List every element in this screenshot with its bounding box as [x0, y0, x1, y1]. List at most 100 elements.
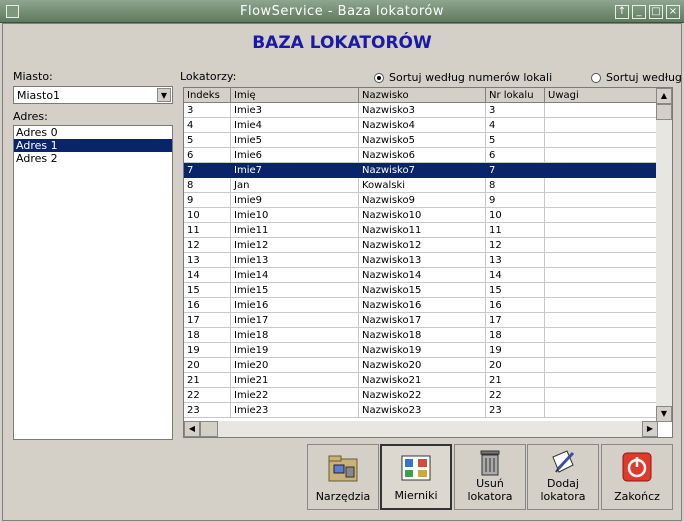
- add-tenant-button[interactable]: Dodaj lokatora: [527, 444, 599, 510]
- sort-by-name-radio[interactable]: Sortuj według n: [591, 71, 684, 84]
- table-row[interactable]: 15 Imie15 Nazwisko15 15: [184, 283, 658, 298]
- column-header-last-name[interactable]: Nazwisko: [359, 88, 486, 103]
- add-tenant-label-line1: Dodaj: [547, 477, 579, 490]
- delete-tenant-button[interactable]: Usuń lokatora: [454, 444, 526, 510]
- minimize-icon[interactable]: _: [632, 5, 646, 19]
- vertical-scroll-thumb[interactable]: [656, 104, 672, 120]
- table-row[interactable]: 3 Imie3 Nazwisko3 3: [184, 103, 658, 118]
- table-row[interactable]: 8 Jan Kowalski 8: [184, 178, 658, 193]
- table-cell: 16: [486, 298, 545, 313]
- table-header: Indeks Imię Nazwisko Nr lokalu Uwagi: [184, 88, 658, 103]
- table-cell: Imie19: [231, 343, 359, 358]
- sort-by-number-radio[interactable]: Sortuj według numerów lokali: [374, 71, 552, 84]
- table-row[interactable]: 22 Imie22 Nazwisko22 22: [184, 388, 658, 403]
- table-cell: Imie3: [231, 103, 359, 118]
- table-row[interactable]: 5 Imie5 Nazwisko5 5: [184, 133, 658, 148]
- table-cell: 6: [184, 148, 231, 163]
- table-cell: 5: [184, 133, 231, 148]
- table-row[interactable]: 16 Imie16 Nazwisko16 16: [184, 298, 658, 313]
- table-row[interactable]: 18 Imie18 Nazwisko18 18: [184, 328, 658, 343]
- pencil-paper-icon: [552, 450, 575, 473]
- table-row[interactable]: 9 Imie9 Nazwisko9 9: [184, 193, 658, 208]
- table-cell: 13: [486, 253, 545, 268]
- column-header-index[interactable]: Indeks: [184, 88, 231, 103]
- delete-tenant-label: Usuń lokatora: [455, 477, 525, 503]
- table-cell: [545, 163, 658, 178]
- horizontal-scrollbar[interactable]: ◀ ▶: [184, 421, 658, 437]
- tenants-label: Lokatorzy:: [180, 70, 237, 83]
- trash-icon: [480, 450, 500, 476]
- table-cell: Nazwisko9: [359, 193, 486, 208]
- meters-button[interactable]: Mierniki: [380, 444, 452, 510]
- table-cell: 12: [184, 238, 231, 253]
- sort-by-name-label: Sortuj według n: [606, 71, 684, 84]
- table-cell: Imie15: [231, 283, 359, 298]
- window-controls: ↑ _ □ ×: [612, 4, 680, 19]
- table-cell: Imie12: [231, 238, 359, 253]
- list-item[interactable]: Adres 2: [14, 152, 172, 165]
- table-body: 3 Imie3 Nazwisko3 3 4 Imie4 Nazwisko4 4 5 Imie5 Na…: [184, 103, 658, 421]
- table-row[interactable]: 7 Imie7 Nazwisko7 7: [184, 163, 658, 178]
- close-icon[interactable]: ×: [666, 5, 680, 19]
- table-cell: Nazwisko16: [359, 298, 486, 313]
- table-row[interactable]: 12 Imie12 Nazwisko12 12: [184, 238, 658, 253]
- table-cell: 20: [486, 358, 545, 373]
- table-cell: Imie18: [231, 328, 359, 343]
- horizontal-scroll-thumb[interactable]: [200, 421, 218, 437]
- table-row[interactable]: 10 Imie10 Nazwisko10 10: [184, 208, 658, 223]
- table-row[interactable]: 13 Imie13 Nazwisko13 13: [184, 253, 658, 268]
- title-bar[interactable]: FlowService - Baza lokatorów ↑ _ □ ×: [0, 0, 684, 23]
- maximize-icon[interactable]: □: [649, 5, 663, 19]
- city-select[interactable]: Miasto1 ▼: [13, 86, 173, 104]
- scroll-up-icon[interactable]: ▲: [656, 88, 672, 104]
- table-cell: Nazwisko13: [359, 253, 486, 268]
- table-cell: Nazwisko21: [359, 373, 486, 388]
- table-cell: 8: [184, 178, 231, 193]
- table-cell: Imie20: [231, 358, 359, 373]
- table-cell: 18: [184, 328, 231, 343]
- radio-unchecked-icon: [591, 72, 601, 83]
- table-row[interactable]: 20 Imie20 Nazwisko20 20: [184, 358, 658, 373]
- chevron-down-icon[interactable]: ▼: [157, 88, 171, 102]
- table-row[interactable]: 11 Imie11 Nazwisko11 11: [184, 223, 658, 238]
- sort-by-number-label: Sortuj według numerów lokali: [389, 71, 553, 84]
- tools-button[interactable]: Narzędzia: [307, 444, 379, 510]
- table-cell: 21: [184, 373, 231, 388]
- table-row[interactable]: 21 Imie21 Nazwisko21 21: [184, 373, 658, 388]
- table-cell: Imie11: [231, 223, 359, 238]
- table-row[interactable]: 14 Imie14 Nazwisko14 14: [184, 268, 658, 283]
- column-header-notes[interactable]: Uwagi: [545, 88, 658, 103]
- table-row[interactable]: 23 Imie23 Nazwisko23 23: [184, 403, 658, 418]
- address-list[interactable]: Adres 0 Adres 1 Adres 2: [13, 125, 173, 440]
- shade-icon[interactable]: ↑: [615, 5, 629, 19]
- table-cell: Nazwisko20: [359, 358, 486, 373]
- list-item[interactable]: Adres 0: [14, 126, 172, 139]
- table-cell: Nazwisko18: [359, 328, 486, 343]
- table-cell: 11: [184, 223, 231, 238]
- table-cell: [545, 298, 658, 313]
- table-row[interactable]: 6 Imie6 Nazwisko6 6: [184, 148, 658, 163]
- table-row[interactable]: 4 Imie4 Nazwisko4 4: [184, 118, 658, 133]
- vertical-scrollbar[interactable]: ▲ ▼: [656, 88, 672, 422]
- table-row[interactable]: 19 Imie19 Nazwisko19 19: [184, 343, 658, 358]
- tenants-table[interactable]: Indeks Imię Nazwisko Nr lokalu Uwagi 3 Im…: [183, 87, 673, 438]
- table-cell: Nazwisko17: [359, 313, 486, 328]
- scroll-right-icon[interactable]: ▶: [642, 421, 658, 437]
- table-row[interactable]: 17 Imie17 Nazwisko17 17: [184, 313, 658, 328]
- column-header-unit-number[interactable]: Nr lokalu: [486, 88, 545, 103]
- table-cell: 20: [184, 358, 231, 373]
- scroll-down-icon[interactable]: ▼: [656, 406, 672, 422]
- table-cell: [545, 133, 658, 148]
- table-cell: [545, 358, 658, 373]
- table-cell: 4: [184, 118, 231, 133]
- table-cell: 6: [486, 148, 545, 163]
- column-header-first-name[interactable]: Imię: [231, 88, 359, 103]
- scroll-left-icon[interactable]: ◀: [184, 421, 200, 437]
- table-cell: [545, 343, 658, 358]
- table-cell: 13: [184, 253, 231, 268]
- table-cell: [545, 373, 658, 388]
- table-cell: Imie5: [231, 133, 359, 148]
- exit-button[interactable]: Zakończ: [601, 444, 673, 510]
- table-cell: Imie10: [231, 208, 359, 223]
- list-item[interactable]: Adres 1: [14, 139, 172, 152]
